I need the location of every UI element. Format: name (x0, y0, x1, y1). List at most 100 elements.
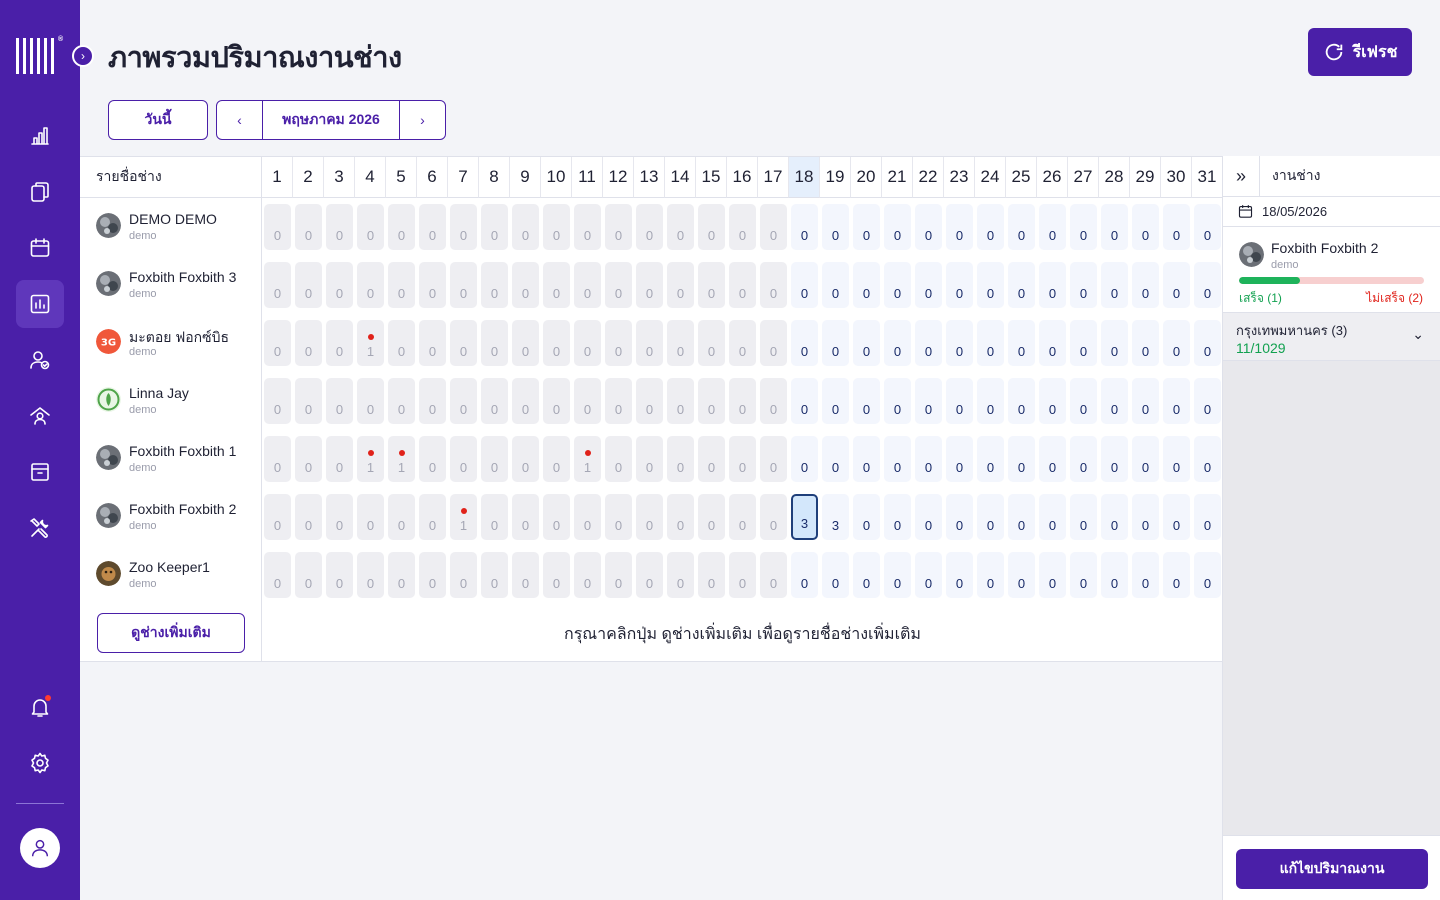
workload-cell[interactable]: 0 (1039, 552, 1066, 598)
workload-cell[interactable]: 0 (636, 436, 663, 482)
workload-cell[interactable]: 1 (574, 436, 601, 482)
workload-cell[interactable]: 0 (574, 552, 601, 598)
workload-cell[interactable]: 0 (822, 204, 849, 250)
workload-cell[interactable]: 0 (946, 436, 973, 482)
workload-cell[interactable]: 0 (357, 204, 384, 250)
month-label[interactable]: พฤษภาคม 2026 (262, 101, 400, 139)
workload-cell[interactable]: 0 (915, 552, 942, 598)
workload-cell[interactable]: 0 (1163, 204, 1190, 250)
workload-cell[interactable]: 0 (1132, 494, 1159, 540)
workload-cell[interactable]: 0 (419, 378, 446, 424)
nav-workload-report[interactable] (16, 280, 64, 328)
profile-button[interactable] (20, 828, 60, 868)
workload-cell[interactable]: 3 (822, 494, 849, 540)
workload-cell[interactable]: 0 (1008, 204, 1035, 250)
zone-accordion[interactable]: กรุงเทพมหานคร (3) 11/1029 ⌄ (1223, 313, 1440, 361)
collapse-panel-button[interactable]: » (1223, 156, 1260, 196)
workload-cell[interactable]: 0 (574, 204, 601, 250)
workload-cell[interactable]: 0 (729, 494, 756, 540)
workload-cell[interactable]: 0 (1039, 320, 1066, 366)
workload-cell[interactable]: 0 (977, 378, 1004, 424)
workload-cell[interactable]: 0 (822, 552, 849, 598)
workload-cell[interactable]: 0 (791, 552, 818, 598)
workload-cell[interactable]: 0 (543, 494, 570, 540)
workload-cell[interactable]: 0 (1070, 494, 1097, 540)
workload-cell[interactable]: 0 (1008, 552, 1035, 598)
workload-cell[interactable]: 0 (1132, 262, 1159, 308)
workload-cell[interactable]: 0 (543, 204, 570, 250)
workload-cell[interactable]: 0 (419, 494, 446, 540)
workload-cell[interactable]: 0 (977, 204, 1004, 250)
next-month-button[interactable]: › (400, 101, 445, 139)
workload-cell[interactable]: 0 (450, 436, 477, 482)
workload-cell[interactable]: 0 (450, 204, 477, 250)
workload-cell[interactable]: 0 (543, 262, 570, 308)
workload-cell[interactable]: 0 (481, 378, 508, 424)
workload-cell[interactable]: 0 (667, 320, 694, 366)
workload-cell[interactable]: 0 (605, 262, 632, 308)
workload-cell[interactable]: 0 (1194, 320, 1221, 366)
workload-cell[interactable]: 0 (574, 320, 601, 366)
workload-cell[interactable]: 0 (760, 378, 787, 424)
workload-cell[interactable]: 0 (667, 552, 694, 598)
workload-cell[interactable]: 0 (915, 494, 942, 540)
workload-cell[interactable]: 0 (388, 494, 415, 540)
workload-cell[interactable]: 0 (1163, 436, 1190, 482)
workload-cell[interactable]: 0 (1194, 494, 1221, 540)
workload-cell[interactable]: 0 (977, 320, 1004, 366)
workload-cell[interactable]: 0 (481, 204, 508, 250)
workload-cell[interactable]: 0 (357, 494, 384, 540)
workload-cell[interactable]: 0 (326, 262, 353, 308)
workload-cell[interactable]: 0 (977, 494, 1004, 540)
workload-cell[interactable]: 0 (326, 378, 353, 424)
workload-cell[interactable]: 0 (729, 320, 756, 366)
workload-cell[interactable]: 0 (1163, 494, 1190, 540)
workload-cell[interactable]: 0 (884, 552, 911, 598)
workload-cell[interactable]: 0 (1008, 378, 1035, 424)
workload-cell[interactable]: 0 (1070, 204, 1097, 250)
workload-cell[interactable]: 0 (512, 552, 539, 598)
workload-cell[interactable]: 0 (1132, 552, 1159, 598)
workload-cell[interactable]: 0 (915, 262, 942, 308)
workload-cell[interactable]: 0 (326, 204, 353, 250)
workload-cell[interactable]: 0 (605, 320, 632, 366)
workload-cell[interactable]: 0 (1101, 552, 1128, 598)
workload-cell[interactable]: 0 (326, 436, 353, 482)
workload-cell[interactable]: 0 (605, 494, 632, 540)
workload-cell[interactable]: 0 (915, 320, 942, 366)
workload-cell[interactable]: 0 (481, 436, 508, 482)
workload-cell[interactable]: 0 (1070, 436, 1097, 482)
workload-cell[interactable]: 0 (760, 494, 787, 540)
workload-cell[interactable]: 0 (295, 378, 322, 424)
workload-cell[interactable]: 0 (946, 320, 973, 366)
workload-cell[interactable]: 0 (512, 262, 539, 308)
workload-cell[interactable]: 0 (1008, 436, 1035, 482)
workload-cell[interactable]: 0 (481, 494, 508, 540)
workload-cell[interactable]: 0 (481, 552, 508, 598)
workload-cell[interactable]: 0 (884, 320, 911, 366)
workload-cell[interactable]: 0 (946, 494, 973, 540)
workload-cell[interactable]: 0 (791, 436, 818, 482)
workload-cell[interactable]: 0 (295, 494, 322, 540)
workload-cell[interactable]: 0 (1194, 436, 1221, 482)
workload-cell[interactable]: 0 (636, 204, 663, 250)
workload-cell[interactable]: 0 (667, 204, 694, 250)
refresh-button[interactable]: รีเฟรช (1308, 28, 1412, 76)
nav-documents[interactable] (16, 168, 64, 216)
workload-cell[interactable]: 0 (1008, 320, 1035, 366)
nav-technicians[interactable] (16, 336, 64, 384)
technician-row[interactable]: Foxbith Foxbith 1 demo (80, 430, 262, 488)
workload-cell[interactable]: 0 (667, 436, 694, 482)
workload-cell[interactable]: 0 (1101, 204, 1128, 250)
workload-cell[interactable]: 0 (977, 552, 1004, 598)
workload-cell[interactable]: 0 (419, 262, 446, 308)
workload-cell[interactable]: 0 (1194, 262, 1221, 308)
workload-cell[interactable]: 0 (574, 378, 601, 424)
workload-cell[interactable]: 0 (667, 378, 694, 424)
workload-cell[interactable]: 0 (853, 320, 880, 366)
workload-cell[interactable]: 0 (357, 552, 384, 598)
workload-cell[interactable]: 1 (357, 436, 384, 482)
workload-cell[interactable]: 0 (977, 436, 1004, 482)
workload-cell[interactable]: 0 (357, 378, 384, 424)
nav-inventory[interactable] (16, 448, 64, 496)
